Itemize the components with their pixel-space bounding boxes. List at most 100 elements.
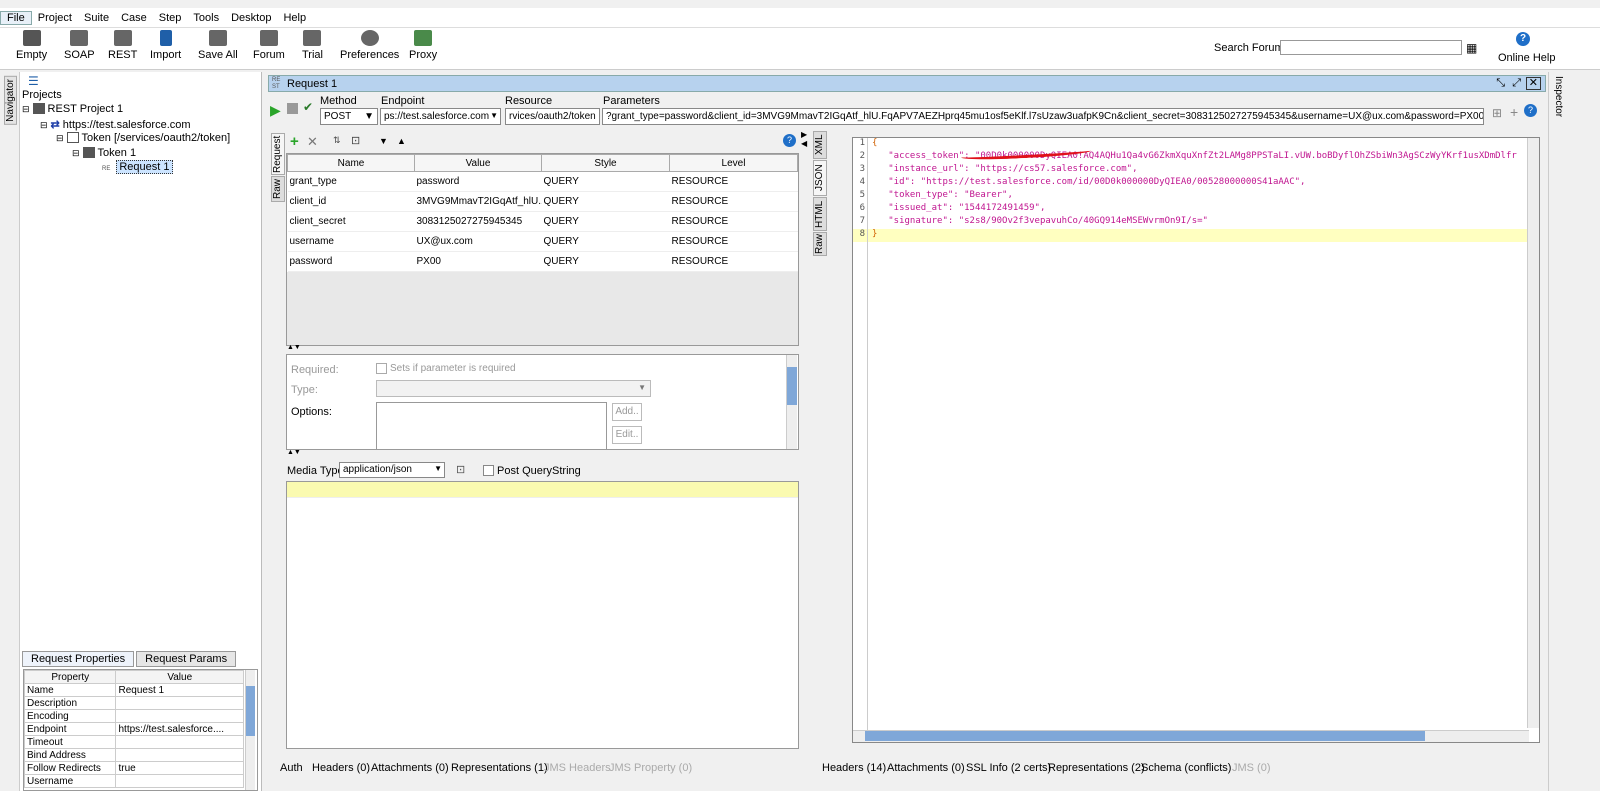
menu-case[interactable]: Case [115,12,153,24]
tab-jms[interactable]: JMS (0) [1232,762,1271,774]
help-icon[interactable]: ? [1516,32,1530,46]
parameters-input[interactable]: ?grant_type=password&client_id=3MVG9Mmav… [602,108,1484,125]
table-row[interactable]: password PX00 QUERY RESOURCE [287,251,798,272]
proxy-button[interactable]: Proxy [409,30,437,61]
rest-request-icon: RE [102,166,111,172]
tab-response-attachments[interactable]: Attachments (0) [887,762,965,774]
table-row[interactable]: Encoding [24,709,244,723]
tab-attachments[interactable]: Attachments (0) [371,762,449,774]
edit-option-button[interactable]: Edit.. [612,426,642,444]
table-row[interactable]: Username [24,774,244,788]
post-querystring-checkbox[interactable] [483,465,494,476]
run-icon[interactable]: ▶ [270,102,281,119]
navigator-tab[interactable]: Navigator [4,76,17,125]
help-icon[interactable]: ? [1524,104,1537,117]
table-row[interactable]: Endpoint https://test.salesforce.... [24,722,244,736]
format-icon[interactable]: ⊡ [456,463,465,476]
list-view-icon[interactable]: ☰ [28,74,39,88]
inspector-tab[interactable]: Inspector [1553,76,1564,117]
move-down-icon[interactable]: ▼ [379,136,388,146]
add-icon[interactable]: + [1510,104,1518,120]
empty-button[interactable]: Empty [16,30,47,61]
format-icon[interactable]: ⊞ [1492,106,1502,120]
revert-icon[interactable]: ⊡ [351,134,360,147]
menu-desktop[interactable]: Desktop [225,12,277,24]
trial-button[interactable]: Trial [302,30,323,61]
forum-button[interactable]: Forum [253,30,285,61]
table-row[interactable]: grant_type password QUERY RESOURCE [287,171,798,192]
tab-request-properties[interactable]: Request Properties [22,651,135,667]
menu-tools[interactable]: Tools [187,12,225,24]
tab-request[interactable]: Request [271,133,285,175]
properties-scrollbar[interactable] [245,670,255,790]
tree-item-endpoint[interactable]: ⊟ ⇄ https://test.salesforce.com [40,118,191,131]
tree-item-request[interactable]: RE Request 1 [102,160,173,174]
table-row[interactable]: username UX@ux.com QUERY RESOURCE [287,231,798,252]
request-body-editor[interactable] [286,481,799,749]
splitter-arrows-icon[interactable]: ▶ ◀ [801,130,807,148]
tab-headers[interactable]: Headers (0) [312,762,370,774]
preferences-button[interactable]: Preferences [340,30,399,61]
delete-param-icon[interactable]: ✕ [307,134,318,150]
menu-file[interactable]: File [0,10,32,25]
tab-xml[interactable]: XML [813,131,827,159]
tab-html[interactable]: HTML [813,197,827,231]
validate-icon[interactable]: ✔ [303,100,313,114]
help-icon[interactable]: ? [783,134,796,147]
vertical-scrollbar[interactable] [1527,138,1539,728]
tab-jms-headers[interactable]: JMS Headers [544,762,611,774]
soap-button[interactable]: SOAP [64,30,95,61]
tab-json[interactable]: JSON [813,160,827,196]
table-row[interactable]: Name Request 1 [24,683,244,697]
maximize-icon[interactable]: ⤢ [1512,77,1521,90]
type-select[interactable]: ▼ [376,380,651,397]
sort-icon[interactable]: ⇅ [333,135,341,146]
detail-scrollbar[interactable] [786,355,797,449]
menu-step[interactable]: Step [153,12,188,24]
method-select[interactable]: POST ▼ [320,108,378,125]
minimize-icon[interactable]: ⤡ [1496,77,1505,90]
tab-ssl-info[interactable]: SSL Info (2 certs) [966,762,1051,774]
tree-item-token-resource[interactable]: ⊟ Token [/services/oauth2/token] [56,132,230,144]
tree-item-rest-project[interactable]: ⊟ REST Project 1 [22,103,123,115]
splitter-handle-icon[interactable]: ▲▼ [287,344,301,351]
tab-jms-property[interactable]: JMS Property (0) [609,762,692,774]
tab-schema[interactable]: Schema (conflicts) [1141,762,1231,774]
table-row[interactable]: client_id 3MVG9MmavT2IGqAtf_hlU.... QUERY R… [287,191,798,212]
save-all-button[interactable]: Save All [198,30,238,61]
rest-button[interactable]: REST [108,30,137,61]
tab-raw[interactable]: Raw [271,176,285,202]
tab-response-headers[interactable]: Headers (14) [822,762,886,774]
options-list[interactable] [376,402,607,450]
tab-raw-response[interactable]: Raw [813,232,827,256]
menu-help[interactable]: Help [277,12,312,24]
table-row[interactable]: Bind Address [24,748,244,762]
table-row[interactable]: Timeout [24,735,244,749]
menu-suite[interactable]: Suite [78,12,115,24]
move-up-icon[interactable]: ▲ [397,136,406,146]
tree-item-token-method[interactable]: ⊟ Token 1 [72,147,136,159]
horizontal-scrollbar[interactable] [853,730,1529,742]
splitter-handle-icon[interactable]: ▲▼ [287,449,301,456]
tab-response-representations[interactable]: Representations (2) [1048,762,1145,774]
required-checkbox[interactable] [376,363,387,374]
menu-project[interactable]: Project [32,12,78,24]
search-icon[interactable]: ▦ [1466,41,1477,55]
table-row[interactable]: Description [24,696,244,710]
tab-representations[interactable]: Representations (1) [451,762,548,774]
add-param-icon[interactable]: + [290,133,299,150]
tab-auth[interactable]: Auth [280,762,303,774]
json-response-view[interactable]: 1{ 2 "access_token": "00D0k000000DyQIEA0… [852,137,1540,743]
search-forum-input[interactable] [1280,40,1462,55]
import-button[interactable]: Import [150,30,181,61]
table-row[interactable]: Follow Redirects true [24,761,244,775]
resource-input[interactable]: rvices/oauth2/token [505,108,600,125]
table-row[interactable]: client_secret 3083125027275945345 QUERY RES… [287,211,798,232]
endpoint-input[interactable]: ps://test.salesforce.com ▼ [380,108,501,125]
close-icon[interactable]: ✕ [1525,77,1541,90]
add-option-button[interactable]: Add.. [612,403,642,421]
stop-icon[interactable] [287,103,298,114]
tab-request-params[interactable]: Request Params [136,651,237,667]
media-type-select[interactable]: application/json ▼ [339,462,445,478]
online-help-label[interactable]: Online Help [1498,52,1555,64]
